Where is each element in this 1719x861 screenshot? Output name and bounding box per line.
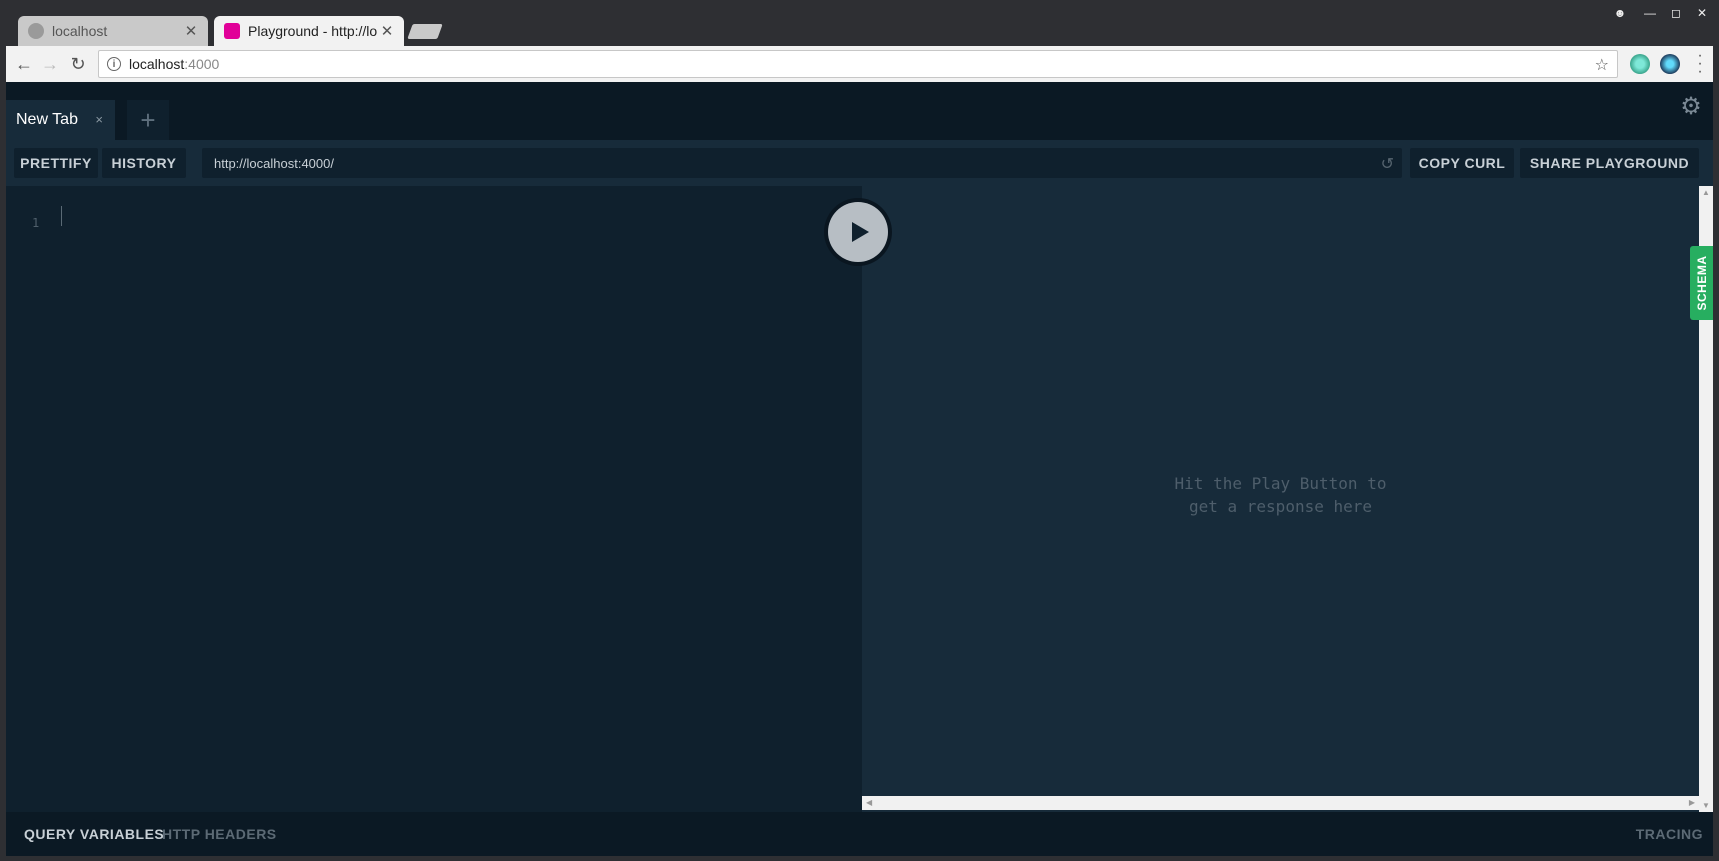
result-placeholder-line-2: get a response here [1188, 497, 1373, 516]
forward-arrow-icon[interactable]: → [38, 52, 62, 76]
settings-gear-icon[interactable]: ⚙ [1679, 93, 1703, 120]
profile-icon[interactable]: ☻ [1609, 5, 1631, 21]
browser-titlebar: localhost ✕ Playground - http://lo ✕ ☻ —… [0, 0, 1719, 46]
schema-tab-label: SCHEMA [1694, 255, 1709, 311]
close-window-icon[interactable]: ✕ [1691, 5, 1713, 21]
back-arrow-icon[interactable]: ← [12, 52, 36, 76]
site-info-icon[interactable]: i [107, 57, 121, 71]
browser-menu-icon[interactable]: · · · [1695, 48, 1705, 80]
result-pane: Hit the Play Button to get a response he… [862, 186, 1699, 812]
copy-curl-button[interactable]: COPY CURL [1410, 148, 1514, 178]
browser-window: localhost ✕ Playground - http://lo ✕ ☻ —… [0, 0, 1719, 861]
browser-toolbar: ← → ↻ i localhost:4000 ☆ · · · [6, 46, 1713, 82]
new-tab-button[interactable] [407, 24, 443, 39]
scroll-left-icon[interactable]: ◀ [866, 798, 872, 807]
playground-toolbar: PRETTIFY HISTORY http://localhost:4000/ … [6, 140, 1713, 186]
add-tab-button[interactable]: + [127, 100, 169, 140]
query-editor[interactable]: 1 [6, 186, 862, 812]
browser-tab-title: localhost [52, 23, 108, 39]
http-headers-tab[interactable]: HTTP HEADERS [162, 826, 277, 842]
bottom-panel-bar: QUERY VARIABLES HTTP HEADERS TRACING [6, 812, 1713, 856]
close-tab-icon[interactable]: ✕ [184, 22, 198, 40]
address-host: localhost [129, 56, 185, 72]
bookmark-star-icon[interactable]: ☆ [1595, 55, 1609, 75]
react-devtools-icon[interactable] [1660, 54, 1680, 74]
scroll-right-icon[interactable]: ▶ [1689, 798, 1695, 807]
browser-tab-localhost[interactable]: localhost ✕ [18, 16, 208, 46]
address-port: :4000 [184, 56, 220, 72]
execute-query-button[interactable] [824, 198, 892, 266]
localhost-favicon-icon [28, 23, 44, 39]
graphql-playground: New Tab × + ⚙ PRETTIFY HISTORY http://lo… [6, 82, 1713, 856]
close-tab-icon[interactable]: ✕ [380, 22, 394, 40]
line-number: 1 [32, 216, 40, 230]
result-horizontal-scrollbar[interactable]: ◀ ▶ [862, 796, 1699, 810]
text-cursor [61, 206, 62, 226]
play-icon [852, 222, 869, 242]
scroll-up-icon[interactable]: ▲ [1702, 188, 1710, 197]
result-placeholder-line-1: Hit the Play Button to [1174, 474, 1387, 493]
play-button-face [828, 202, 888, 262]
address-bar[interactable]: i localhost:4000 ☆ [98, 50, 1618, 78]
extension-icon[interactable] [1630, 54, 1650, 74]
tracing-tab[interactable]: TRACING [1636, 826, 1703, 842]
history-button[interactable]: HISTORY [102, 148, 186, 178]
maximize-icon[interactable]: ◻ [1665, 5, 1687, 21]
schema-tab[interactable]: SCHEMA [1690, 246, 1713, 320]
graphql-favicon-icon [224, 23, 240, 39]
reload-icon[interactable]: ↻ [66, 52, 90, 76]
prettify-button[interactable]: PRETTIFY [14, 148, 98, 178]
playground-tab-new-tab[interactable]: New Tab × [6, 100, 115, 140]
window-bottom-edge [0, 856, 1719, 861]
endpoint-url: http://localhost:4000/ [214, 155, 334, 171]
playground-tabs-bar: New Tab × + ⚙ [6, 82, 1713, 140]
endpoint-input[interactable]: http://localhost:4000/ ↺ [202, 148, 1402, 178]
scroll-down-icon[interactable]: ▼ [1702, 801, 1710, 810]
reload-schema-icon[interactable]: ↺ [1381, 154, 1394, 174]
playground-tab-label: New Tab [16, 111, 78, 128]
minimize-icon[interactable]: — [1639, 5, 1661, 21]
close-playground-tab-icon[interactable]: × [95, 112, 103, 127]
share-playground-button[interactable]: SHARE PLAYGROUND [1520, 148, 1699, 178]
browser-tab-playground[interactable]: Playground - http://lo ✕ [214, 16, 404, 46]
query-variables-tab[interactable]: QUERY VARIABLES [24, 826, 164, 842]
result-placeholder: Hit the Play Button to get a response he… [862, 472, 1699, 518]
browser-tab-title: Playground - http://lo [248, 23, 378, 39]
